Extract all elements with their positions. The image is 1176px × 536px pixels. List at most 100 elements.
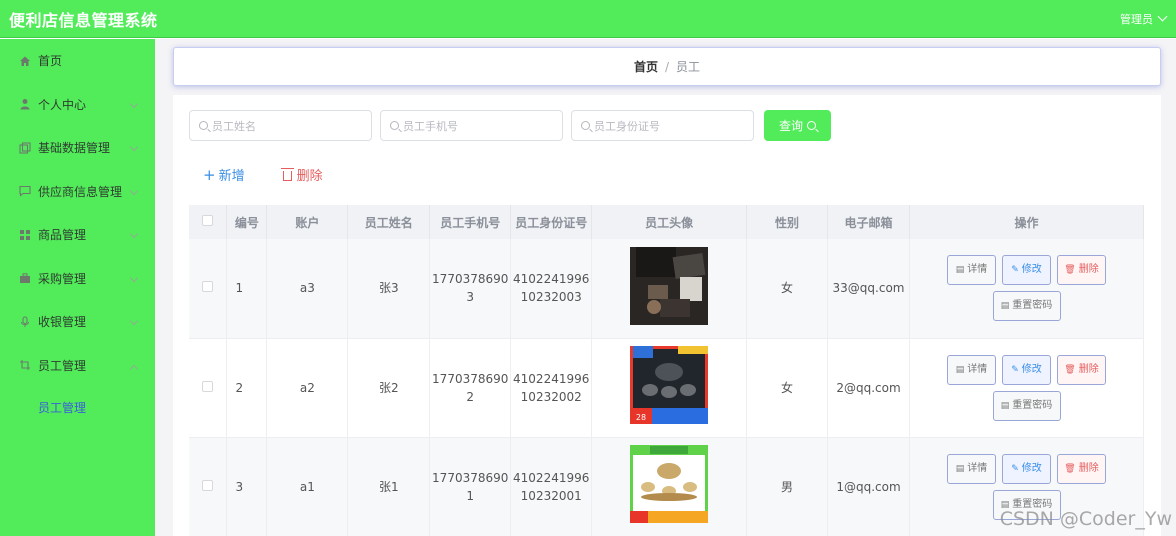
row-checkbox-cell[interactable] <box>189 437 228 536</box>
cell-gender: 女 <box>746 239 829 339</box>
sidebar-item-purchase[interactable]: 采购管理 <box>0 257 155 301</box>
cell-actions: ▤ 详情 ✎ 修改 🗑 删除 ▤ 重置密码 <box>909 338 1144 438</box>
trash-icon: 🗑 <box>1064 265 1076 276</box>
select-all-checkbox-cell[interactable] <box>189 205 228 239</box>
search-phone-input[interactable]: 员工手机号 <box>380 110 563 141</box>
edit-button[interactable]: ✎ 修改 <box>1002 354 1051 385</box>
edit-icon: ✎ <box>1011 364 1019 375</box>
edit-button[interactable]: ✎ 修改 <box>1002 453 1051 484</box>
search-bar: 员工姓名 员工手机号 员工身份证号 查询 <box>189 110 831 141</box>
sidebar-item-basic-data[interactable]: 基础数据管理 <box>0 126 155 170</box>
search-icon <box>581 121 590 130</box>
breadcrumb-separator: / <box>664 59 670 74</box>
cell-phone: 1770378690 3 <box>429 239 512 339</box>
delete-button-label: 删除 <box>296 169 323 184</box>
search-idcard-input[interactable]: 员工身份证号 <box>571 110 754 141</box>
detail-button[interactable]: ▤ 详情 <box>947 354 996 385</box>
cell-idcard-line1: 4102241996 <box>513 470 590 485</box>
sidebar-item-profile[interactable]: 个人中心 <box>0 83 155 127</box>
cell-email: 2@qq.com <box>827 338 910 438</box>
sidebar-item-goods[interactable]: 商品管理 <box>0 213 155 257</box>
document-icon: ▤ <box>955 463 965 474</box>
search-icon <box>807 121 816 130</box>
select-all-checkbox[interactable] <box>202 215 214 226</box>
search-name-placeholder: 员工姓名 <box>212 119 256 133</box>
column-header: 员工身份证号 <box>510 205 593 239</box>
delete-button[interactable]: 🗑 删除 <box>1057 354 1106 385</box>
column-header: 员工头像 <box>591 205 748 239</box>
reset-label: 重置密码 <box>1012 300 1053 312</box>
reset-password-button[interactable]: ▤ 重置密码 <box>992 291 1061 322</box>
sidebar-item-supplier[interactable]: 供应商信息管理 <box>0 170 155 214</box>
cell-phone-line2: 3 <box>466 290 475 305</box>
trash-icon: 🗑 <box>1064 364 1076 375</box>
cell-name: 张3 <box>347 239 431 339</box>
column-header: 账户 <box>266 205 349 239</box>
edit-icon: ✎ <box>1011 265 1019 276</box>
cell-email: 33@qq.com <box>827 239 910 339</box>
user-menu[interactable]: 管理员 <box>1120 11 1168 27</box>
delete-button[interactable]: 🗑 删除 <box>1057 255 1106 286</box>
grid-icon <box>19 229 31 241</box>
sidebar-subitem-staff-management[interactable]: 员工管理 <box>0 387 155 427</box>
breadcrumb-home[interactable]: 首页 <box>634 58 658 75</box>
sidebar-item-staff[interactable]: 员工管理 <box>0 344 155 388</box>
detail-button[interactable]: ▤ 详情 <box>947 255 996 286</box>
cell-id: 3 <box>226 437 268 536</box>
briefcase-icon <box>19 272 31 284</box>
cell-id: 2 <box>226 338 268 438</box>
chevron-up-icon <box>129 364 139 373</box>
avatar-image[interactable]: 28 <box>630 346 709 424</box>
delete-button[interactable]: 🗑 删除 <box>1057 453 1106 484</box>
edit-button[interactable]: ✎ 修改 <box>1002 255 1051 286</box>
sidebar-item-label: 首页 <box>38 54 63 69</box>
edit-label: 修改 <box>1021 363 1042 375</box>
cell-idcard: 4102241996 10232002 <box>510 338 593 438</box>
breadcrumb-current: 员工 <box>676 60 701 74</box>
sidebar-item-home[interactable]: 首页 <box>0 39 155 83</box>
avatar-image[interactable] <box>630 445 709 523</box>
cell-gender: 男 <box>746 437 829 536</box>
cell-idcard-line1: 4102241996 <box>513 371 590 386</box>
sidebar-item-label: 基础数据管理 <box>38 141 111 156</box>
table-row: 2 a2 张2 1770378690 2 4102241996 10232002 <box>189 338 1144 438</box>
cell-idcard: 4102241996 10232001 <box>510 437 593 536</box>
copy-icon <box>19 142 31 154</box>
table-header-row: 编号 账户 员工姓名 员工手机号 员工身份证号 员工头像 性别 电子邮箱 操作 <box>189 205 1144 239</box>
avatar-image[interactable] <box>630 246 709 325</box>
add-button-label: 新增 <box>218 169 245 184</box>
add-button[interactable]: + 新增 <box>203 165 245 184</box>
chevron-down-icon <box>129 316 139 326</box>
cell-phone-line1: 1770378690 <box>432 470 509 485</box>
cell-idcard-line1: 4102241996 <box>513 272 590 287</box>
chevron-down-icon <box>129 142 139 152</box>
query-button[interactable]: 查询 <box>764 110 831 141</box>
row-checkbox-cell[interactable] <box>189 338 228 438</box>
search-name-input[interactable]: 员工姓名 <box>189 110 372 141</box>
edit-label: 修改 <box>1021 462 1042 474</box>
cell-phone: 1770378690 2 <box>429 338 512 438</box>
chevron-down-icon <box>129 229 139 239</box>
row-checkbox[interactable] <box>202 281 214 293</box>
row-checkbox-cell[interactable] <box>189 239 228 339</box>
row-checkbox[interactable] <box>202 479 214 491</box>
crop-icon <box>19 359 31 371</box>
query-button-label: 查询 <box>778 119 803 133</box>
chevron-down-icon <box>129 273 139 282</box>
cell-avatar <box>591 239 748 339</box>
batch-delete-button[interactable]: 删除 <box>280 165 323 184</box>
staff-table: 编号 账户 员工姓名 员工手机号 员工身份证号 员工头像 性别 电子邮箱 操作 … <box>189 205 1144 536</box>
chat-icon <box>19 185 31 197</box>
cell-id: 1 <box>226 239 268 339</box>
sidebar-item-label: 员工管理 <box>38 358 87 373</box>
reset-password-button[interactable]: ▤ 重置密码 <box>992 390 1061 421</box>
cell-phone: 1770378690 1 <box>429 437 512 536</box>
document-icon: ▤ <box>1000 301 1010 312</box>
sidebar-item-cashier[interactable]: 收银管理 <box>0 300 155 344</box>
chevron-down-icon <box>129 99 139 108</box>
detail-button[interactable]: ▤ 详情 <box>947 453 996 484</box>
sidebar-item-label: 个人中心 <box>38 97 87 112</box>
mic-icon <box>19 316 31 328</box>
row-checkbox[interactable] <box>202 380 214 392</box>
plus-icon: + <box>203 166 216 184</box>
